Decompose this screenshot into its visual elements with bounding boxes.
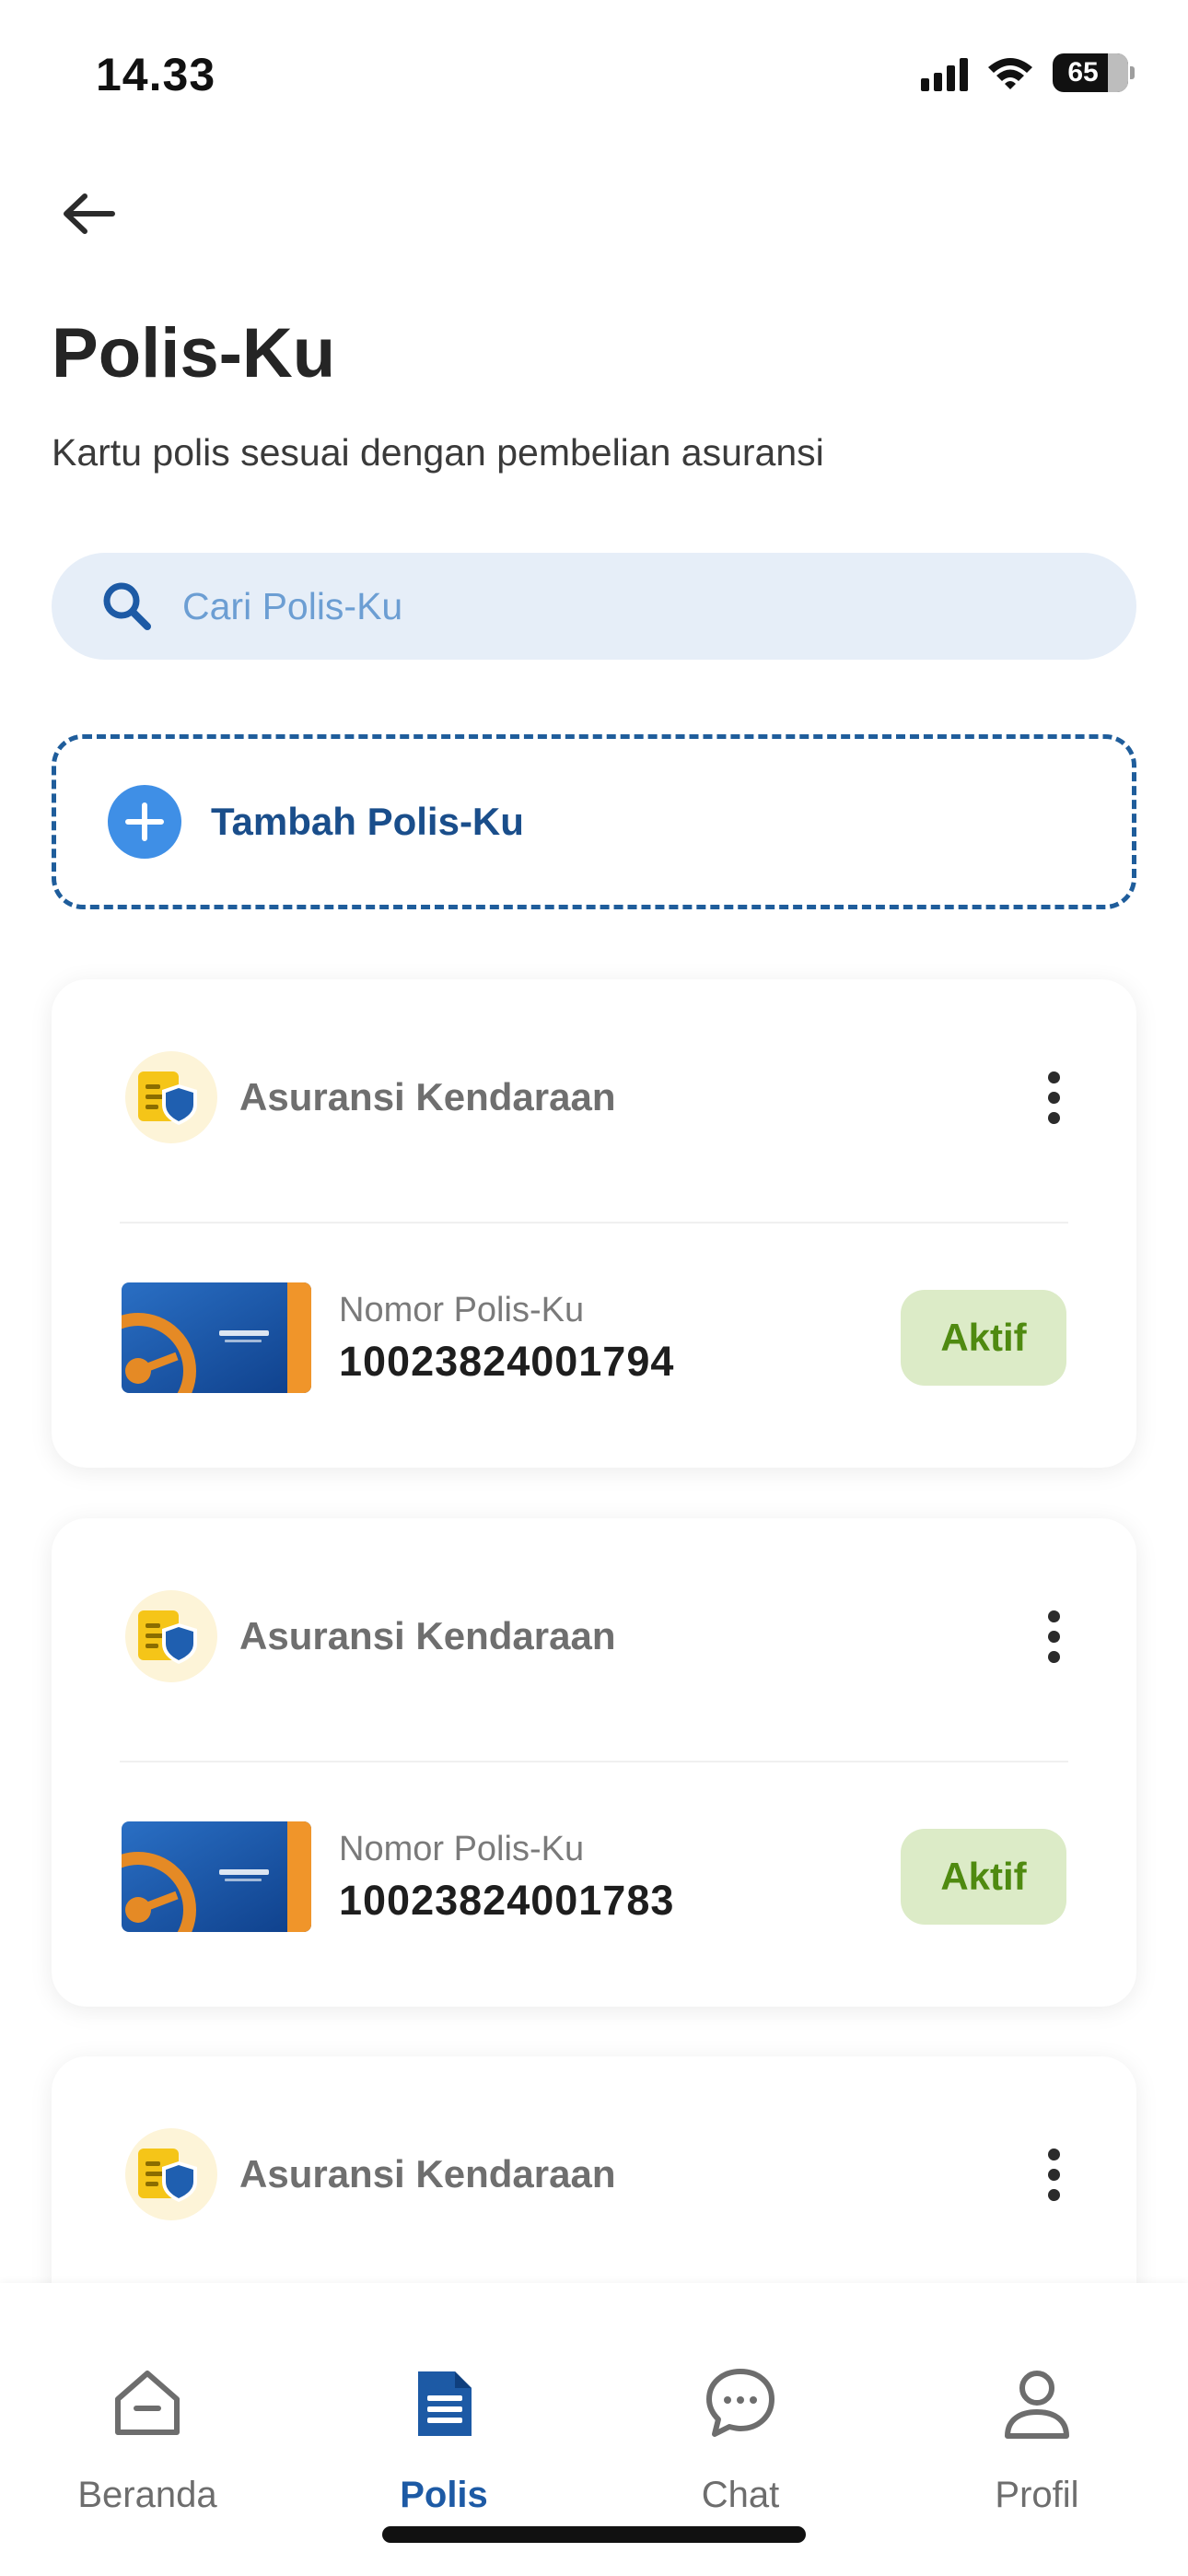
search-icon	[103, 582, 151, 630]
nav-item-profil[interactable]: Profil	[936, 2359, 1138, 2516]
policy-card-thumbnail	[122, 1282, 311, 1393]
nav-label: Chat	[701, 2475, 780, 2515]
home-icon	[103, 2359, 192, 2447]
nav-label: Beranda	[77, 2475, 217, 2515]
chat-icon	[696, 2359, 785, 2447]
status-time: 14.33	[96, 49, 216, 100]
divider	[120, 1222, 1068, 1224]
status-badge: Aktif	[901, 1290, 1066, 1386]
policy-number-label: Nomor Polis-Ku	[339, 1829, 585, 1868]
status-bar: 14.33 65	[0, 0, 1188, 147]
policy-info: Nomor Polis-Ku 10023824001783	[339, 1830, 901, 1925]
policy-card-header: Asuransi Kendaraan	[125, 1051, 1081, 1143]
nav-label: Polis	[400, 2475, 488, 2515]
battery-level: 65	[1067, 57, 1099, 88]
insurance-type: Asuransi Kendaraan	[239, 2152, 616, 2195]
policy-number: 10023824001794	[339, 1337, 675, 1385]
page-subtitle: Kartu polis sesuai dengan pembelian asur…	[52, 431, 824, 474]
document-icon	[400, 2359, 488, 2447]
search-bar[interactable]	[52, 553, 1136, 660]
add-policy-button[interactable]: Tambah Polis-Ku	[52, 734, 1136, 909]
insurance-type: Asuransi Kendaraan	[239, 1614, 616, 1657]
status-icons: 65	[921, 53, 1135, 92]
policy-info: Nomor Polis-Ku 10023824001794	[339, 1291, 901, 1386]
back-button[interactable]	[55, 181, 122, 247]
nav-item-beranda[interactable]: Beranda	[46, 2359, 249, 2516]
nav-item-chat[interactable]: Chat	[639, 2359, 842, 2516]
insurance-type: Asuransi Kendaraan	[239, 1075, 616, 1118]
nav-label: Profil	[995, 2475, 1079, 2515]
status-badge: Aktif	[901, 1829, 1066, 1925]
policy-card-body: Nomor Polis-Ku 10023824001794 Aktif	[122, 1282, 1066, 1393]
policy-card[interactable]: Asuransi Kendaraan Nomor Polis-Ku 100238…	[52, 1518, 1136, 2007]
policy-card-thumbnail	[122, 1821, 311, 1932]
home-indicator[interactable]	[382, 2526, 806, 2543]
battery-icon: 65	[1053, 53, 1128, 92]
more-options-icon[interactable]	[1026, 1590, 1081, 1682]
plus-icon	[108, 785, 181, 859]
nav-item-polis[interactable]: Polis	[343, 2359, 545, 2516]
vehicle-insurance-icon	[125, 1051, 217, 1143]
more-options-icon[interactable]	[1026, 2128, 1081, 2220]
policy-card-body: Nomor Polis-Ku 10023824001783 Aktif	[122, 1821, 1066, 1932]
wifi-icon	[988, 58, 1032, 89]
vehicle-insurance-icon	[125, 1590, 217, 1682]
profile-icon	[993, 2359, 1081, 2447]
vehicle-insurance-icon	[125, 2128, 217, 2220]
divider	[120, 1761, 1068, 1762]
policy-card-header: Asuransi Kendaraan	[125, 2128, 1081, 2220]
arrow-left-icon	[64, 193, 115, 234]
policy-card[interactable]: Asuransi Kendaraan Nomor Polis-Ku 100238…	[52, 979, 1136, 1468]
policy-card-header: Asuransi Kendaraan	[125, 1590, 1081, 1682]
policy-number: 10023824001783	[339, 1876, 675, 1924]
add-policy-label: Tambah Polis-Ku	[211, 800, 524, 843]
signal-icon	[921, 54, 968, 91]
page-title: Polis-Ku	[52, 314, 336, 392]
more-options-icon[interactable]	[1026, 1051, 1081, 1143]
search-input[interactable]	[182, 584, 1011, 628]
policy-number-label: Nomor Polis-Ku	[339, 1290, 585, 1329]
